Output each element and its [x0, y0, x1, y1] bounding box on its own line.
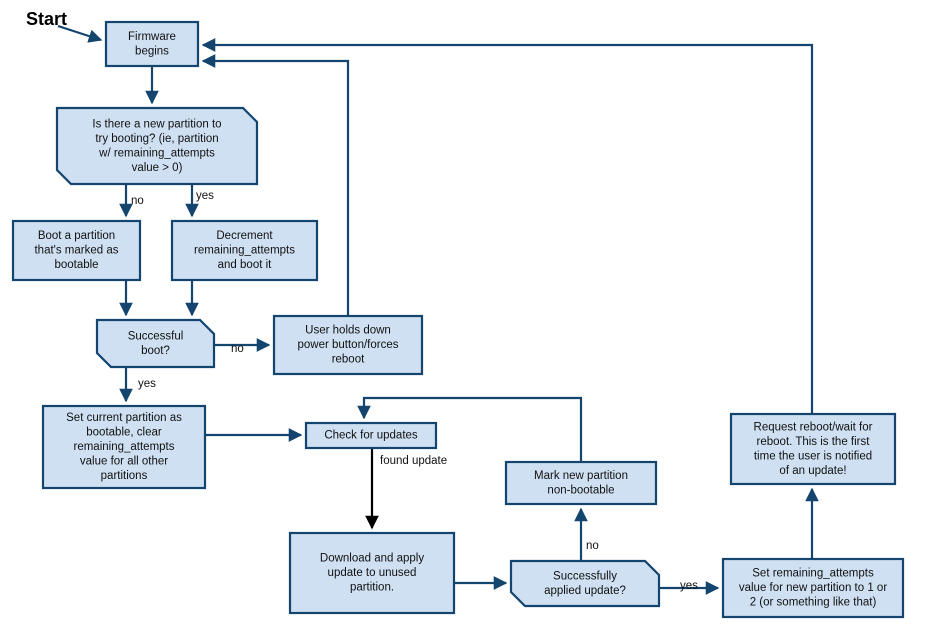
node-label-line: non-bootable: [547, 484, 614, 496]
node-label-line: partitions: [101, 470, 148, 482]
node-label-line: reboot. This is the first: [757, 436, 871, 448]
node-label-line: try booting? (ie, partition: [95, 133, 218, 145]
node-boot-marked-bootable: Boot a partition that's marked as bootable: [11, 219, 142, 282]
node-shape-mark-non-bootable: [504, 460, 658, 506]
node-successfully-applied-decision: Successfully applied update?: [509, 559, 661, 608]
firmware-update-flowchart: Firmware begins Is there a new partition t…: [11, 9, 905, 619]
node-label-line: update to unused: [328, 567, 417, 579]
node-shape-firmware-begins: [104, 20, 200, 68]
node-request-reboot: Request reboot/wait for reboot. This is t…: [729, 412, 897, 486]
node-label-line: Download and apply: [320, 553, 424, 565]
node-successful-boot-decision: Successful boot?: [95, 318, 216, 369]
label-yes-new-partition: yes: [196, 190, 214, 202]
node-label-set-remaining-attempts: Set remaining_attemptsvalue for new part…: [739, 568, 887, 609]
node-label-line: begins: [135, 45, 169, 57]
node-label-line: value for all other: [80, 456, 168, 468]
label-yes-applied: yes: [680, 580, 698, 592]
node-decrement-attempts: Decrement remaining_attemptsand boot it: [170, 219, 319, 282]
node-label-line: remaining_attempts: [74, 441, 175, 453]
node-mark-non-bootable: Mark new partition non-bootable: [504, 460, 658, 506]
node-shape-successfully-applied-decision: [509, 559, 661, 608]
node-label-line: reboot: [332, 354, 365, 366]
label-no-successful-boot: no: [231, 343, 244, 355]
node-new-partition-decision: Is there a new partition to try booting? …: [55, 106, 259, 186]
node-label-line: partition.: [350, 582, 394, 594]
label-no-new-partition: no: [131, 195, 144, 207]
node-label-line: 2 (or something like that): [750, 597, 877, 609]
node-label-line: Decrement: [216, 230, 273, 242]
node-label-line: Firmware: [128, 31, 176, 43]
flowchart-canvas: Firmware begins Is there a new partition t…: [0, 0, 926, 628]
label-found-update: found update: [380, 455, 447, 467]
label-yes-successful-boot: yes: [138, 378, 156, 390]
node-label-line: Successful: [128, 330, 184, 342]
node-firmware-begins: Firmware begins: [104, 20, 200, 68]
node-user-holds-power: User holds down power button/forces reboot: [272, 314, 424, 376]
node-label-line: value for new partition to 1 or: [739, 582, 887, 594]
node-label-line: power button/forces: [297, 339, 398, 351]
node-label-line: and boot it: [218, 259, 273, 271]
node-label-line: bootable, clear: [86, 427, 162, 439]
node-label-line: Mark new partition: [534, 470, 628, 482]
node-label-line: w/ remaining_attempts: [98, 147, 215, 159]
node-download-apply-update: Download and apply update to unused partit…: [288, 531, 456, 615]
node-label-line: Set remaining_attempts: [752, 568, 874, 580]
label-no-applied: no: [586, 540, 599, 552]
node-label-line: of an update!: [779, 465, 846, 477]
node-label-line: bootable: [54, 259, 98, 271]
node-label-line: Check for updates: [324, 430, 418, 442]
node-label-line: applied update?: [544, 585, 626, 597]
node-label-check-for-updates: Check for updates: [324, 430, 418, 442]
node-label-line: time the user is notified: [754, 450, 872, 462]
node-set-remaining-attempts: Set remaining_attemptsvalue for new part…: [721, 557, 905, 619]
node-label-line: Boot a partition: [38, 230, 115, 242]
node-shape-successful-boot-decision: [95, 318, 216, 369]
start-label: Start: [26, 9, 67, 29]
node-label-line: Is there a new partition to: [92, 118, 221, 130]
node-check-for-updates: Check for updates: [304, 421, 438, 450]
node-label-line: Request reboot/wait for: [754, 421, 873, 433]
node-label-line: User holds down: [305, 325, 391, 337]
node-layer: Firmware begins Is there a new partition t…: [11, 20, 905, 619]
node-label-line: Successfully: [553, 570, 617, 582]
node-label-line: Set current partition as: [66, 412, 182, 424]
node-label-line: that's marked as: [34, 245, 118, 257]
node-label-line: value > 0): [132, 162, 183, 174]
node-set-current-bootable: Set current partition as bootable, clear r…: [41, 404, 207, 490]
node-label-line: boot?: [141, 345, 170, 357]
node-label-line: remaining_attempts: [194, 245, 295, 257]
